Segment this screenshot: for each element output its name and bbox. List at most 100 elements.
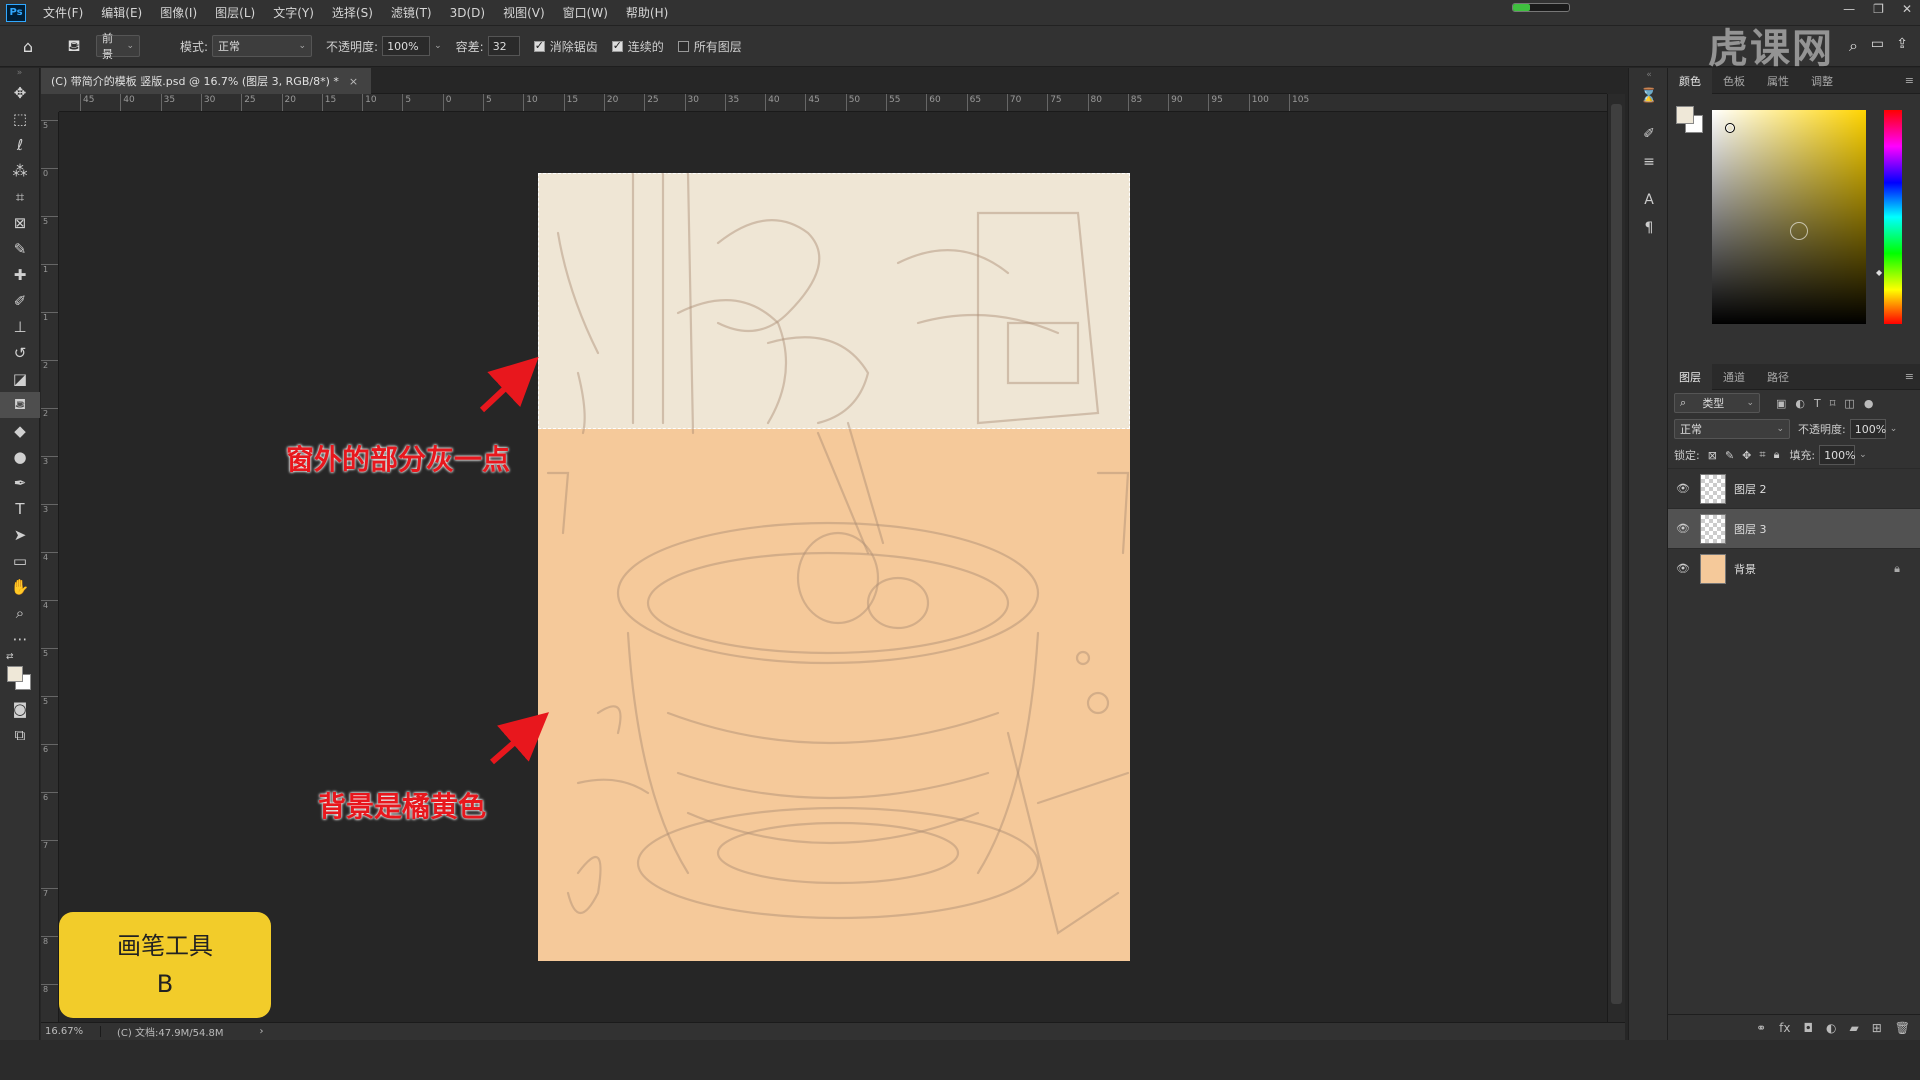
history-brush-tool-icon[interactable]: ↺ bbox=[0, 340, 40, 366]
close-icon[interactable]: × bbox=[349, 75, 358, 88]
visibility-eye-icon[interactable]: 👁︎ bbox=[1668, 482, 1698, 495]
ruler-origin[interactable] bbox=[41, 94, 59, 112]
paint-bucket-tool-icon[interactable]: ⛾ bbox=[0, 392, 40, 418]
chevron-down-icon[interactable]: ⌄ bbox=[1859, 450, 1867, 460]
frame-tool-icon[interactable]: ⊠ bbox=[0, 210, 40, 236]
character-panel-icon[interactable]: A bbox=[1629, 186, 1669, 214]
filter-shape-icon[interactable]: ⌑ bbox=[1830, 397, 1836, 410]
layer-filter-select[interactable]: ⌕ 类型 ⌄ bbox=[1674, 393, 1760, 413]
lock-transparency-icon[interactable]: ⊠ bbox=[1708, 449, 1717, 462]
adjustment-layer-icon[interactable]: ◐ bbox=[1826, 1021, 1836, 1035]
rectangle-tool-icon[interactable]: ▭ bbox=[0, 548, 40, 574]
hue-slider[interactable] bbox=[1884, 110, 1902, 324]
filter-smart-object-icon[interactable]: ◫ bbox=[1844, 397, 1854, 410]
visibility-eye-icon[interactable]: 👁︎ bbox=[1668, 562, 1698, 575]
foreground-color-swatch[interactable] bbox=[7, 666, 23, 682]
brush-tool-icon[interactable]: ✐ bbox=[0, 288, 40, 314]
zoom-tool-icon[interactable]: ⌕ bbox=[0, 600, 40, 626]
mode-select[interactable]: 正常 ⌄ bbox=[212, 35, 313, 57]
layer-name[interactable]: 背景 bbox=[1734, 561, 1756, 577]
document-canvas[interactable] bbox=[538, 173, 1130, 961]
all-layers-checkbox[interactable]: 所有图层 bbox=[677, 38, 742, 55]
foreground-color-swatch[interactable] bbox=[1676, 106, 1694, 124]
search-icon[interactable]: ⌕ bbox=[1849, 36, 1858, 56]
visibility-eye-icon[interactable]: 👁︎ bbox=[1668, 522, 1698, 535]
color-field[interactable] bbox=[1712, 110, 1866, 324]
lasso-tool-icon[interactable]: ℓ bbox=[0, 132, 40, 158]
tolerance-input[interactable]: 32 bbox=[487, 36, 520, 56]
delete-layer-icon[interactable]: 🗑︎ bbox=[1895, 1021, 1910, 1035]
tab-properties[interactable]: 属性 bbox=[1756, 68, 1800, 94]
screen-mode-icon[interactable]: ⧉ bbox=[0, 722, 40, 748]
collapse-icon[interactable]: « bbox=[1629, 68, 1669, 82]
menu-item-select[interactable]: 选择(S) bbox=[323, 4, 382, 21]
canvas-area[interactable] bbox=[59, 112, 1607, 1022]
layer-row-layer-3[interactable]: 👁︎ 图层 3 bbox=[1668, 508, 1920, 548]
layer-row-layer-2[interactable]: 👁︎ 图层 2 bbox=[1668, 468, 1920, 508]
contiguous-checkbox[interactable]: 连续的 bbox=[611, 38, 664, 55]
filter-pixel-icon[interactable]: ▣ bbox=[1776, 397, 1786, 410]
menu-item-image[interactable]: 图像(I) bbox=[151, 4, 206, 21]
lock-all-icon[interactable]: 🔒︎ bbox=[1774, 448, 1780, 462]
path-selection-tool-icon[interactable]: ➤ bbox=[0, 522, 40, 548]
chevron-down-icon[interactable]: ⌄ bbox=[434, 41, 442, 51]
share-icon[interactable]: ⇪ bbox=[1896, 36, 1908, 52]
brush-settings-icon[interactable]: ✐ bbox=[1629, 120, 1669, 148]
hand-tool-icon[interactable]: ✋ bbox=[0, 574, 40, 600]
move-tool-icon[interactable]: ✥ bbox=[0, 80, 40, 106]
history-panel-icon[interactable]: ⌛ bbox=[1629, 82, 1669, 110]
healing-brush-tool-icon[interactable]: ✚ bbox=[0, 262, 40, 288]
crop-tool-icon[interactable]: ⌗ bbox=[0, 184, 40, 210]
filter-adjustment-icon[interactable]: ◐ bbox=[1795, 397, 1805, 410]
chevron-down-icon[interactable]: ⌄ bbox=[1890, 424, 1898, 434]
tab-adjustments[interactable]: 调整 bbox=[1800, 68, 1844, 94]
menu-item-type[interactable]: 文字(Y) bbox=[264, 4, 323, 21]
new-group-icon[interactable]: ▰ bbox=[1849, 1021, 1858, 1035]
filter-toggle-icon[interactable]: ● bbox=[1864, 397, 1874, 410]
fill-source-select[interactable]: 前景 ⌄ bbox=[96, 32, 140, 61]
menu-item-file[interactable]: 文件(F) bbox=[34, 4, 92, 21]
scrollbar-thumb[interactable] bbox=[1611, 104, 1622, 1004]
layer-opacity-input[interactable]: 100% bbox=[1849, 419, 1886, 439]
menu-item-3d[interactable]: 3D(D) bbox=[441, 6, 494, 20]
horizontal-ruler[interactable]: 45 40 35 30 25 20 15 10 5 0 5 10 15 20 25 30 35 40 45 50 55 6… bbox=[59, 94, 1607, 112]
menu-item-view[interactable]: 视图(V) bbox=[494, 4, 554, 21]
layer-row-background[interactable]: 👁︎ 背景 🔒︎ bbox=[1668, 548, 1920, 588]
menu-item-filter[interactable]: 滤镜(T) bbox=[382, 4, 441, 21]
fill-input[interactable]: 100% bbox=[1819, 445, 1856, 465]
tab-layers[interactable]: 图层 bbox=[1668, 363, 1712, 390]
tab-paths[interactable]: 路径 bbox=[1756, 364, 1800, 390]
panel-menu-icon[interactable]: ≡ bbox=[1905, 74, 1914, 87]
menu-item-help[interactable]: 帮助(H) bbox=[617, 4, 677, 21]
blur-tool-icon[interactable]: ◆ bbox=[0, 418, 40, 444]
opacity-input[interactable]: 100% bbox=[382, 36, 431, 56]
vertical-ruler[interactable]: 5 0 5 1 1 2 2 3 3 4 4 5 5 6 6 7 7 8 8 bbox=[41, 112, 59, 1022]
collapse-icon[interactable]: » bbox=[0, 68, 39, 80]
dodge-tool-icon[interactable]: ● bbox=[0, 444, 40, 470]
antialias-checkbox[interactable]: 消除锯齿 bbox=[533, 38, 598, 55]
layer-name[interactable]: 图层 3 bbox=[1734, 521, 1767, 537]
type-tool-icon[interactable]: T bbox=[0, 496, 40, 522]
tab-channels[interactable]: 通道 bbox=[1712, 364, 1756, 390]
swap-colors-icon[interactable]: ⇄ bbox=[6, 652, 14, 662]
layer-name[interactable]: 图层 2 bbox=[1734, 481, 1767, 497]
stamp-tool-icon[interactable]: ⊥ bbox=[0, 314, 40, 340]
tab-swatches[interactable]: 色板 bbox=[1712, 68, 1756, 94]
magic-wand-tool-icon[interactable]: ⁂ bbox=[0, 158, 40, 184]
eyedropper-tool-icon[interactable]: ✎ bbox=[0, 236, 40, 262]
link-layers-icon[interactable]: ⚭ bbox=[1756, 1021, 1766, 1035]
minimize-button[interactable]: — bbox=[1843, 2, 1855, 16]
more-tools-icon[interactable]: ⋯ bbox=[0, 626, 40, 652]
lock-position-icon[interactable]: ✥ bbox=[1742, 449, 1751, 462]
add-mask-icon[interactable]: ◘ bbox=[1803, 1021, 1813, 1035]
new-layer-icon[interactable]: ⊞ bbox=[1872, 1021, 1882, 1035]
home-icon[interactable]: ⌂ bbox=[16, 34, 40, 58]
menu-item-window[interactable]: 窗口(W) bbox=[554, 4, 617, 21]
lock-artboard-icon[interactable]: ⌗ bbox=[1759, 448, 1765, 462]
hue-pointer-icon[interactable]: ◆ bbox=[1876, 268, 1882, 277]
layer-style-fx-icon[interactable]: fx bbox=[1779, 1021, 1790, 1035]
paragraph-panel-icon[interactable]: ¶ bbox=[1629, 214, 1669, 242]
vertical-scrollbar[interactable] bbox=[1607, 94, 1625, 1022]
adjustments-icon[interactable]: ≡ bbox=[1629, 148, 1669, 176]
eraser-tool-icon[interactable]: ◪ bbox=[0, 366, 40, 392]
